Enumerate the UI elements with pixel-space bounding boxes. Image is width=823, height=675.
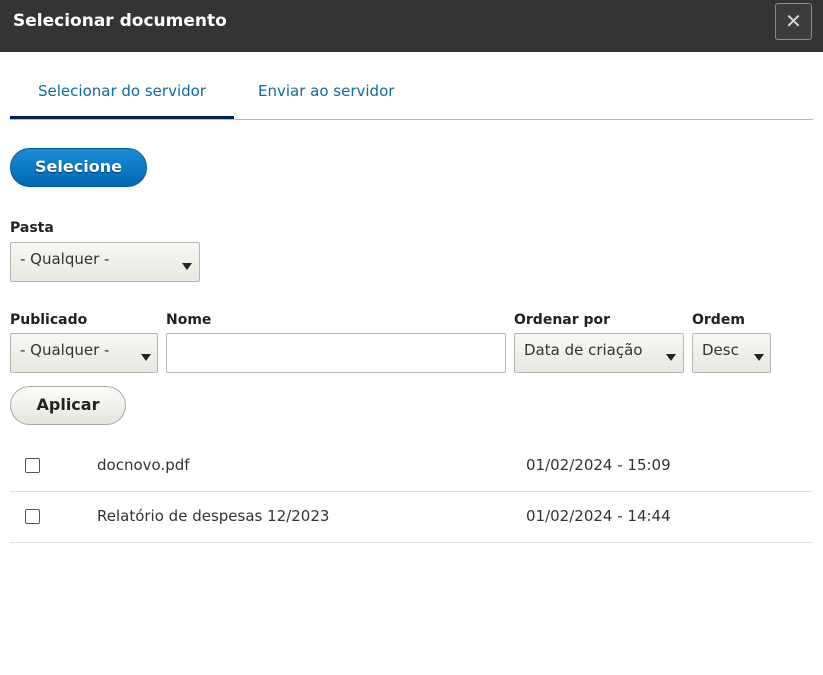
sort-by-select-value: Data de criação	[524, 341, 643, 359]
tab-select-from-server[interactable]: Selecionar do servidor	[10, 70, 234, 119]
apply-button[interactable]: Aplicar	[10, 386, 126, 425]
folder-label: Pasta	[10, 220, 54, 236]
dialog-titlebar: Selecionar documento ✕	[0, 0, 823, 52]
select-button[interactable]: Selecione	[10, 148, 147, 187]
tab-upload-to-server[interactable]: Enviar ao servidor	[258, 70, 394, 119]
document-date: 01/02/2024 - 15:09	[526, 456, 671, 474]
name-input[interactable]	[166, 333, 506, 373]
chevron-down-icon	[666, 354, 676, 361]
chevron-down-icon	[182, 263, 192, 270]
document-name: docnovo.pdf	[97, 456, 190, 474]
document-name: Relatório de despesas 12/2023	[97, 507, 330, 525]
folder-select[interactable]: - Qualquer -	[10, 242, 200, 282]
document-date: 01/02/2024 - 14:44	[526, 507, 671, 525]
order-select[interactable]: Desc	[692, 333, 771, 373]
close-button[interactable]: ✕	[775, 3, 812, 40]
sort-by-label: Ordenar por	[514, 312, 611, 328]
sort-by-select[interactable]: Data de criação	[514, 333, 684, 373]
table-row[interactable]: Relatório de despesas 12/2023 01/02/2024…	[10, 491, 813, 543]
row-checkbox[interactable]	[25, 509, 40, 524]
name-label: Nome	[166, 312, 212, 328]
published-select-value: - Qualquer -	[20, 341, 110, 359]
published-select[interactable]: - Qualquer -	[10, 333, 158, 373]
order-label: Ordem	[692, 312, 745, 328]
folder-select-value: - Qualquer -	[20, 250, 110, 268]
order-select-value: Desc	[702, 341, 739, 359]
tab-bar: Selecionar do servidor Enviar ao servido…	[10, 70, 813, 120]
dialog-title: Selecionar documento	[13, 11, 227, 31]
published-label: Publicado	[10, 312, 88, 328]
close-icon: ✕	[785, 9, 802, 33]
chevron-down-icon	[141, 354, 151, 361]
table-row[interactable]: docnovo.pdf 01/02/2024 - 15:09	[10, 440, 813, 492]
row-checkbox[interactable]	[25, 458, 40, 473]
chevron-down-icon	[754, 354, 764, 361]
